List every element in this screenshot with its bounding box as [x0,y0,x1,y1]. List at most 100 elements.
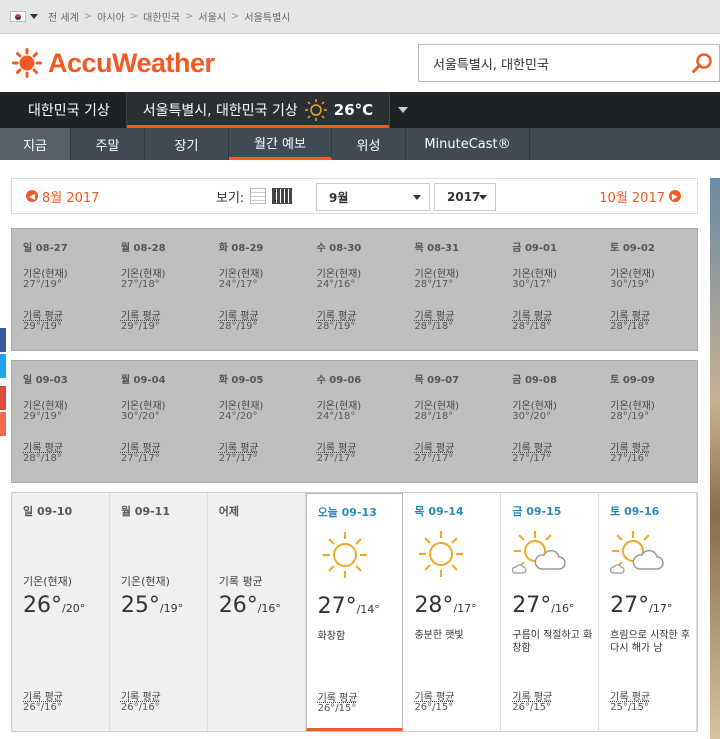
day-cell[interactable]: 금 09-01 기온(현재) 30°/17° 기록 평균 28°/18° [501,229,599,350]
day-cell[interactable]: 금 09-08 기온(현재) 30°/20° 기록 평균 27°/17° [501,361,599,482]
day-cell[interactable]: 일 09-10 기온(현재) 26°/20° 기록 평균 26°/16° [12,493,110,731]
country-weather-link[interactable]: 대한민국 기상 [0,92,127,128]
day-cell[interactable]: 월 09-04 기온(현재) 30°/20° 기록 평균 27°/17° [110,361,208,482]
today-cell[interactable]: 오늘 09-13 27°/14° 화창함 기록 평균 26°/15° [305,493,404,731]
chevron-down-icon [413,195,421,200]
day-cell[interactable]: 수 09-06 기온(현재) 24°/18° 기록 평균 27°/17° [306,361,404,482]
temp-label: 기온(현재) [120,401,166,412]
accuweather-sun-logo-icon[interactable] [12,48,42,78]
day-cell[interactable]: 토 09-02 기온(현재) 30°/19° 기록 평균 28°/18° [599,229,697,350]
day-date: 금 09-08 [512,375,557,386]
breadcrumb-seoul-city[interactable]: 서울특별시 [244,9,290,24]
next-month-link[interactable]: 10월 2017 ▶ [599,187,685,206]
day-cell[interactable]: 목 09-07 기온(현재) 28°/18° 기록 평균 27°/17° [403,361,501,482]
avg-label: 기록 평균 [512,692,553,703]
day-date: 수 08-30 [316,243,362,254]
avg-value: 27°/16° [610,453,649,464]
prev-month-link[interactable]: ◀ 8월 2017 [26,187,99,206]
day-date: 오늘 09-13 [317,506,377,519]
day-cell[interactable]: 목 09-14 28°/17° 충분한 햇빛 기록 평균 26°/15° [403,493,502,731]
arrow-left-icon: ◀ [26,190,38,202]
temp-label: 기록 평균 [218,575,263,588]
year-select[interactable]: 2017 [434,183,496,211]
day-cell[interactable]: 월 09-11 기온(현재) 25°/19° 기록 평균 26°/16° [109,493,208,731]
location-dropdown-button[interactable] [389,92,415,128]
year-select-value: 2017 [447,190,481,204]
avg-label: 기록 평균 [512,311,553,322]
month-select-value: 9월 [329,190,349,205]
day-date: 화 08-29 [218,243,264,254]
avg-value: 27°/17° [414,453,454,464]
weather-description: 화창함 [317,631,346,642]
breadcrumb-korea[interactable]: 대한민국 [143,9,180,24]
calendar-view-icon[interactable] [272,188,293,204]
breadcrumb-asia[interactable]: 아시아 [97,9,125,24]
googleplus-share-icon[interactable] [0,386,6,410]
breadcrumb-separator: > [129,11,139,22]
day-cell[interactable]: 일 09-03 기온(현재) 29°/19° 기록 평균 28°/18° [12,361,110,482]
current-location-tab[interactable]: 서울특별시, 대한민국 기상 26°C [126,92,390,128]
sun-icon [322,532,367,578]
korea-flag-icon[interactable] [10,11,26,22]
day-cell[interactable]: 수 08-30 기온(현재) 24°/16° 기록 평균 28°/19° [306,229,404,350]
month-select[interactable]: 9월 [316,183,430,211]
tab-weekend[interactable]: 주말 [71,128,145,160]
temp-value: 27°/16° [512,593,574,618]
tab-satellite[interactable]: 위성 [332,128,406,160]
day-cell[interactable]: 일 08-27 기온(현재) 27°/19° 기록 평균 29°/19° [12,229,110,350]
avg-value: 29°/19° [23,321,62,332]
week-row: 일 08-27 기온(현재) 27°/19° 기록 평균 29°/19° 월 08-28 기… [11,228,698,351]
day-cell[interactable]: 화 08-29 기온(현재) 24°/17° 기록 평균 28°/19° [208,229,306,350]
day-date: 토 09-02 [610,243,655,254]
breadcrumb-seoul-region[interactable]: 서울시 [198,9,226,24]
location-search-input[interactable]: 서울특별시, 대한민국 [418,44,720,82]
avg-value: 28°/18° [414,321,454,332]
day-date: 일 09-10 [23,505,73,518]
more-share-icon[interactable] [0,412,6,436]
week-row: 일 09-03 기온(현재) 29°/19° 기록 평균 28°/18° 월 09-04 기… [11,360,698,483]
avg-label: 기록 평균 [218,311,259,322]
list-view-icon[interactable] [250,188,267,204]
facebook-share-icon[interactable] [0,328,6,352]
temp-value: 28°/17° [414,593,476,618]
day-date: 토 09-16 [610,505,660,518]
day-cell[interactable]: 토 09-09 기온(현재) 28°/19° 기록 평균 27°/16° [599,361,697,482]
day-cell[interactable]: 어제 기록 평균 26°/16° [207,493,306,731]
avg-label: 기록 평균 [23,311,63,322]
day-cell[interactable]: 토 09-16 27°/17° 흐림으로 시작한 후 다시 해가 남 기록 평균 25°… [599,493,698,731]
current-temp: 26°C [333,101,374,119]
temp-value: 30°/17° [512,279,552,290]
avg-value: 28°/18° [610,321,649,332]
day-cell[interactable]: 금 09-15 27°/16° 구름이 적절하고 화창함 기록 평균 26°/15° [501,493,600,731]
view-toggle: 보기: [216,187,293,206]
temp-low: /14° [356,603,380,616]
weather-description: 충분한 햇빛 [414,630,464,641]
monthly-forecast: ◀ 8월 2017 보기: 9월 2017 10월 2017 ▶ 일 08-27 기온… [11,178,698,732]
tab-monthly[interactable]: 월간 예보 [229,128,332,160]
brand-logo[interactable]: AccuWeather [48,48,215,79]
temp-low: /19° [159,602,184,615]
day-cell[interactable]: 화 09-05 기온(현재) 24°/20° 기록 평균 27°/17° [208,361,306,482]
avg-label: 기록 평균 [316,311,357,322]
tab-now[interactable]: 지금 [0,128,71,160]
avg-label: 기록 평균 [414,311,455,322]
avg-label: 기록 평균 [610,692,651,703]
temp-value: 28°/17° [414,279,454,290]
search-icon[interactable] [691,52,713,74]
temp-high: 28° [414,593,454,618]
side-advertisement[interactable] [710,178,720,739]
day-cell[interactable]: 목 08-31 기온(현재) 28°/17° 기록 평균 28°/18° [403,229,501,350]
tab-long-range[interactable]: 장기 [145,128,229,160]
breadcrumb-world[interactable]: 전 세계 [48,9,79,24]
avg-label: 기록 평균 [120,311,161,322]
chevron-down-icon[interactable] [30,14,38,19]
temp-high: 27° [512,593,552,618]
avg-label: 기록 평균 [316,443,357,454]
temp-high: 25° [120,593,160,618]
temp-label: 기온(현재) [512,269,557,280]
tab-minutecast[interactable]: MinuteCast® [406,128,530,160]
twitter-share-icon[interactable] [0,354,6,378]
day-cell[interactable]: 월 08-28 기온(현재) 27°/18° 기록 평균 29°/19° [110,229,208,350]
breadcrumb-separator: > [230,11,240,22]
temp-value: 30°/20° [512,411,552,422]
